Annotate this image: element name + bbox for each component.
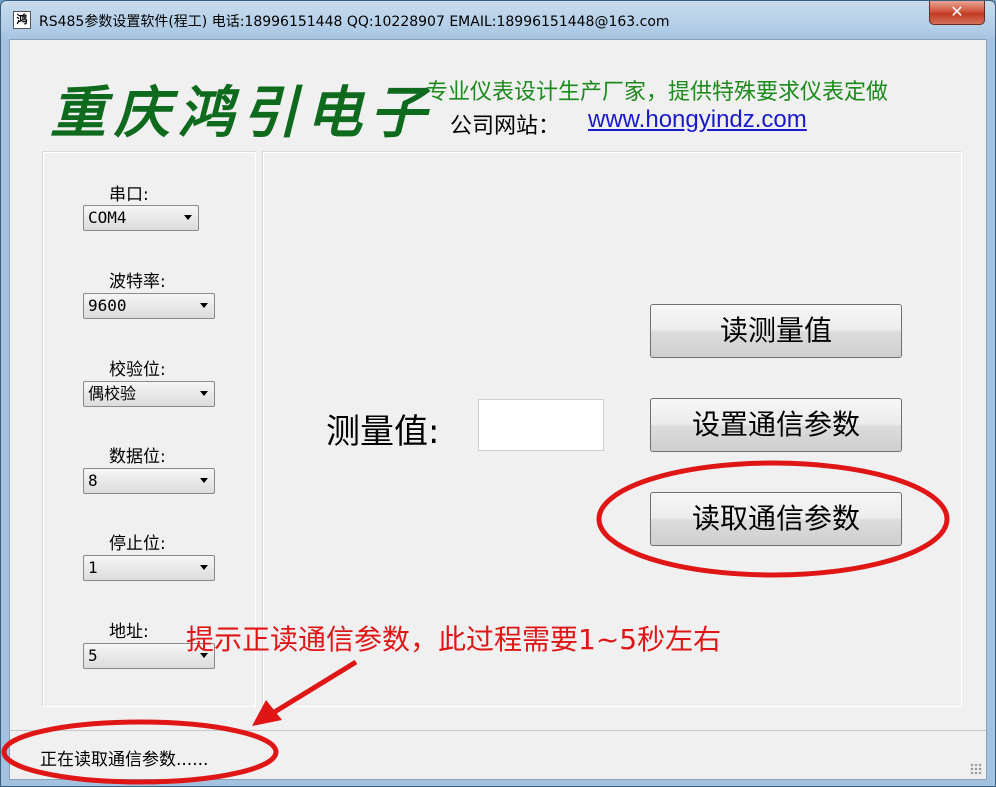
chevron-down-icon [200,565,208,570]
port-select[interactable]: COM4 [83,205,199,231]
data-bits-label: 数据位: [109,447,166,467]
website-link[interactable]: www.hongyindz.com [588,106,807,134]
app-icon: 鸿 [13,11,31,29]
stop-bits-select[interactable]: 1 [83,555,215,581]
read-params-button[interactable]: 读取通信参数 [650,492,902,546]
data-bits-select[interactable]: 8 [83,468,215,494]
port-select-value: COM4 [88,208,127,227]
status-text: 正在读取通信参数...... [40,750,209,770]
status-bar: 正在读取通信参数...... [10,730,986,779]
annotation-hint: 提示正读通信参数，此过程需要1~5秒左右 [186,623,722,656]
parity-label: 校验位: [109,360,166,380]
title-bar[interactable]: 鸿 RS485参数设置软件(程工) 电话:18996151448 QQ:1022… [1,1,995,39]
stop-bits-select-value: 1 [88,558,98,577]
company-logo-text: 重庆鸿引电子 [50,80,434,146]
chevron-down-icon [200,391,208,396]
chevron-down-icon [200,478,208,483]
address-label: 地址: [109,622,149,642]
data-bits-select-value: 8 [88,471,98,490]
measure-value-label: 测量值: [326,412,440,452]
app-window: 鸿 RS485参数设置软件(程工) 电话:18996151448 QQ:1022… [0,0,996,787]
stop-bits-label: 停止位: [109,534,166,554]
parity-select[interactable]: 偶校验 [83,381,215,407]
baud-label: 波特率: [109,272,166,292]
chevron-down-icon [184,215,192,220]
baud-select-value: 9600 [88,296,127,315]
set-params-button[interactable]: 设置通信参数 [650,398,902,452]
client-area: 重庆鸿引电子 专业仪表设计生产厂家，提供特殊要求仪表定做 公司网站： www.h… [9,39,987,780]
close-button[interactable]: ✕ [929,1,985,25]
chevron-down-icon [200,303,208,308]
company-slogan: 专业仪表设计生产厂家，提供特殊要求仪表定做 [426,80,889,105]
parity-select-value: 偶校验 [88,384,137,403]
port-label: 串口: [109,185,149,205]
address-select-value: 5 [88,646,98,665]
window-title: RS485参数设置软件(程工) 电话:18996151448 QQ:102289… [39,14,670,30]
website-label: 公司网站： [450,114,561,139]
resize-grip-icon[interactable] [970,763,982,775]
read-measure-button[interactable]: 读测量值 [650,304,902,358]
baud-select[interactable]: 9600 [83,293,215,319]
measure-value-field[interactable] [478,399,604,451]
